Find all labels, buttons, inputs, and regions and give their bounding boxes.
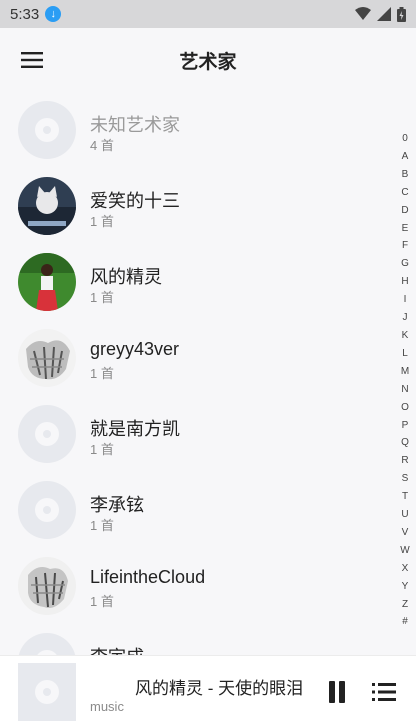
status-icons xyxy=(355,6,406,22)
mini-player[interactable]: 风的精灵 - 天使的眼泪 music xyxy=(0,655,416,724)
index-letter[interactable]: I xyxy=(404,291,407,309)
index-letter[interactable]: R xyxy=(401,452,408,470)
artist-name: 李承铉 xyxy=(90,495,144,515)
wifi-icon xyxy=(355,7,371,20)
pause-icon xyxy=(329,681,335,703)
artist-avatar xyxy=(18,253,76,311)
index-letter[interactable]: # xyxy=(402,613,408,631)
index-letter[interactable]: K xyxy=(402,327,409,345)
index-letter[interactable]: Z xyxy=(402,596,408,614)
index-letter[interactable]: B xyxy=(402,166,409,184)
index-letter[interactable]: N xyxy=(401,381,408,399)
pause-button[interactable] xyxy=(327,681,347,703)
alphabet-index-bar[interactable]: 0 A B C D E F G H I J K L M N O P Q R S T U V W X Y Z # xyxy=(398,130,412,631)
signal-icon xyxy=(377,7,391,21)
artist-name: 未知艺术家 xyxy=(90,115,180,135)
battery-icon xyxy=(397,6,406,22)
index-letter[interactable]: L xyxy=(402,345,408,363)
artist-song-count: 1 首 xyxy=(90,442,114,457)
artist-song-count: 1 首 xyxy=(90,214,114,229)
artist-item[interactable]: 李宇成 xyxy=(0,624,395,655)
artist-item[interactable]: 风的精灵 1 首 xyxy=(0,244,395,320)
artist-avatar-placeholder xyxy=(18,405,76,463)
index-letter[interactable]: H xyxy=(401,273,408,291)
index-letter[interactable]: J xyxy=(403,309,408,327)
artist-avatar-placeholder xyxy=(18,481,76,539)
artist-avatar-placeholder xyxy=(18,101,76,159)
artist-item[interactable]: LifeintheCloud 1 首 xyxy=(0,548,395,624)
playlist-icon xyxy=(372,683,396,701)
artist-song-count: 1 首 xyxy=(90,366,114,381)
artist-song-count: 4 首 xyxy=(90,138,114,153)
hamburger-menu-icon xyxy=(21,52,43,68)
artist-name: 李宇成 xyxy=(90,643,144,655)
index-letter[interactable]: 0 xyxy=(402,130,408,148)
artist-name: 就是南方凯 xyxy=(90,419,180,439)
app-bar: 艺术家 xyxy=(0,28,416,92)
artist-avatar xyxy=(18,557,76,615)
index-letter[interactable]: Q xyxy=(401,434,409,452)
artist-avatar xyxy=(18,329,76,387)
artist-item[interactable]: 李承铉 1 首 xyxy=(0,472,395,548)
index-letter[interactable]: P xyxy=(402,417,409,435)
page-title: 艺术家 xyxy=(179,51,237,73)
artist-list[interactable]: 未知艺术家 4 首 爱笑的十三 1 首 风的精灵 1 首 greyy43ver … xyxy=(0,92,395,655)
index-letter[interactable]: M xyxy=(401,363,409,381)
pause-icon-bar xyxy=(339,681,345,703)
artist-item[interactable]: 爱笑的十三 1 首 xyxy=(0,168,395,244)
status-time: 5:33 xyxy=(10,5,40,23)
now-playing-title: 风的精灵 - 天使的眼泪 xyxy=(135,679,304,698)
index-letter[interactable]: X xyxy=(402,560,409,578)
status-bar: 5:33 ↓ xyxy=(0,0,416,28)
artist-avatar-placeholder xyxy=(18,633,76,655)
index-letter[interactable]: V xyxy=(402,524,409,542)
artist-name: LifeintheCloud xyxy=(90,567,206,587)
playlist-button[interactable] xyxy=(372,682,396,702)
index-letter[interactable]: A xyxy=(402,148,409,166)
artist-song-count: 1 首 xyxy=(90,518,114,533)
index-letter[interactable]: S xyxy=(402,470,409,488)
album-cover-placeholder xyxy=(18,663,76,721)
index-letter[interactable]: F xyxy=(402,237,408,255)
index-letter[interactable]: Y xyxy=(402,578,409,596)
artist-name: 风的精灵 xyxy=(90,267,162,287)
index-letter[interactable]: T xyxy=(402,488,408,506)
index-letter[interactable]: G xyxy=(401,255,409,273)
index-letter[interactable]: O xyxy=(401,399,409,417)
artist-name: 爱笑的十三 xyxy=(90,191,180,211)
index-letter[interactable]: U xyxy=(401,506,408,524)
artist-avatar xyxy=(18,177,76,235)
artist-song-count: 1 首 xyxy=(90,290,114,305)
menu-button[interactable] xyxy=(14,44,50,76)
artist-item[interactable]: greyy43ver 1 首 xyxy=(0,320,395,396)
artist-item[interactable]: 就是南方凯 1 首 xyxy=(0,396,395,472)
download-notification-icon: ↓ xyxy=(45,6,62,22)
index-letter[interactable]: C xyxy=(401,184,408,202)
artist-song-count: 1 首 xyxy=(90,594,114,609)
artist-name: greyy43ver xyxy=(90,339,180,359)
index-letter[interactable]: D xyxy=(401,202,408,220)
index-letter[interactable]: W xyxy=(400,542,409,560)
index-letter[interactable]: E xyxy=(402,220,409,238)
now-playing-subtitle: music xyxy=(90,699,124,714)
artist-item[interactable]: 未知艺术家 4 首 xyxy=(0,92,395,168)
